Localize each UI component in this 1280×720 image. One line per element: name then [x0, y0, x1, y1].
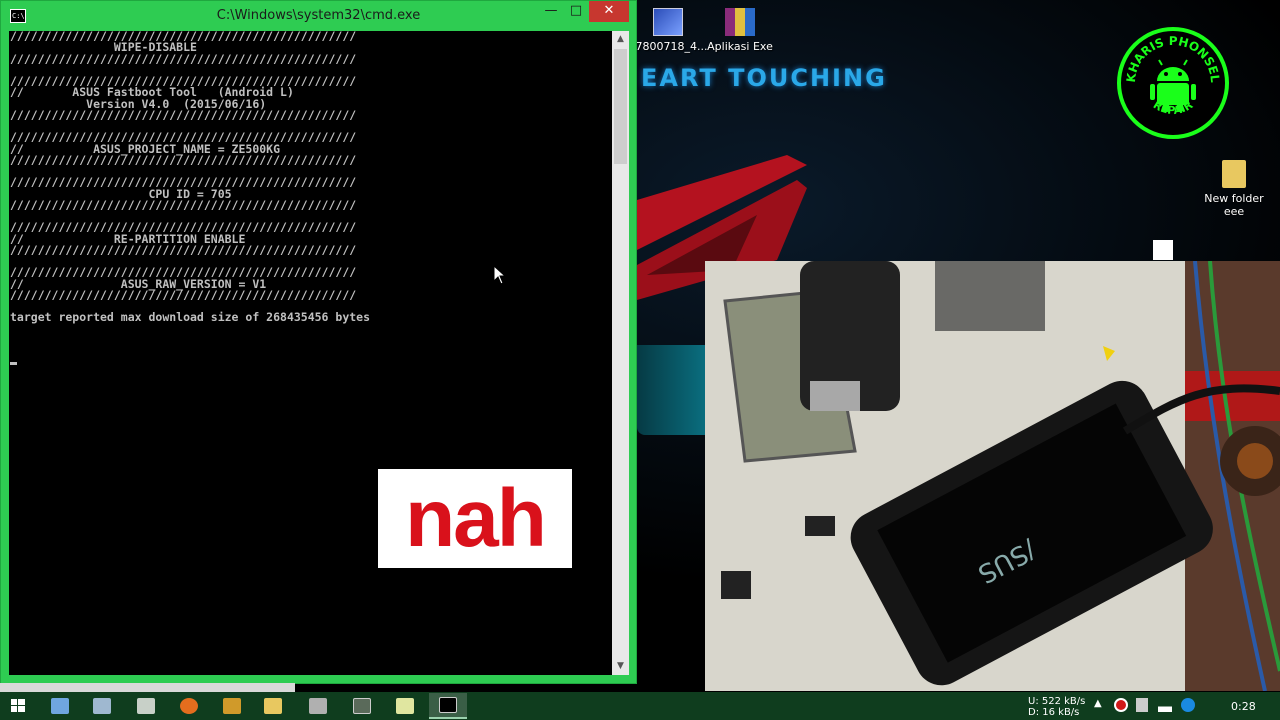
console-output[interactable]: ////////////////////////////////////////…: [9, 31, 612, 675]
wallpaper-banner-text: EART TOUCHING: [641, 64, 887, 92]
cmd-icon: [439, 697, 457, 713]
cmd-window[interactable]: C:\ C:\Windows\system32\cmd.exe — □ ✕ //…: [0, 0, 637, 684]
desktop-icon-file[interactable]: 37800718_4...: [628, 8, 708, 53]
folder-icon: [264, 698, 282, 714]
volume-icon[interactable]: [1136, 698, 1148, 712]
taskbar-folder[interactable]: [254, 693, 292, 719]
shop-logo: KHARIS PHONSEL REPAIR: [1117, 27, 1229, 139]
clock[interactable]: 0:28: [1231, 700, 1256, 713]
scroll-up-icon[interactable]: ▲: [612, 31, 629, 48]
windows-start-icon[interactable]: [6, 697, 28, 715]
minimize-button[interactable]: —: [539, 1, 563, 22]
image-file-icon: [653, 8, 683, 36]
taskbar-tools[interactable]: [127, 693, 165, 719]
desktop-icon-label: New folder eee: [1204, 192, 1264, 218]
taskbar-keyboard[interactable]: [41, 693, 79, 719]
notepad-icon: [396, 698, 414, 714]
vertical-scrollbar[interactable]: ▲ ▼: [612, 31, 629, 675]
taskbar-scroll-strip: [0, 683, 295, 692]
text-cursor: [10, 362, 17, 365]
maximize-button[interactable]: □: [564, 1, 588, 22]
cmd-titlebar[interactable]: C:\ C:\Windows\system32\cmd.exe — □ ✕: [1, 1, 636, 31]
taskbar-scanner[interactable]: [299, 693, 337, 719]
video-caption: nah: [378, 469, 572, 568]
camera-feed-image: /SUS: [705, 261, 1280, 691]
desktop-icon-label: Aplikasi Exe: [707, 40, 773, 53]
firefox-icon: [180, 698, 198, 714]
wallpaper-cyan-shape: [637, 345, 707, 435]
taskbar-explorer[interactable]: [83, 693, 121, 719]
console-text: ////////////////////////////////////////…: [10, 31, 371, 325]
document-icon[interactable]: [1153, 240, 1173, 260]
calculator-icon: [353, 698, 371, 714]
taskbar-calculator[interactable]: [343, 693, 381, 719]
taskbar: U: 522 kB/s D: 16 kB/s ▲ 0:28: [0, 692, 1280, 720]
keyboard-icon: [51, 698, 69, 714]
tools-icon: [137, 698, 155, 714]
taskbar-cmd[interactable]: [429, 693, 467, 719]
info-icon[interactable]: [1181, 698, 1195, 712]
scroll-thumb[interactable]: [614, 49, 627, 164]
desktop-icon-new-folder[interactable]: New folder eee: [1194, 160, 1274, 218]
explorer-icon: [93, 698, 111, 714]
network-speed: U: 522 kB/s D: 16 kB/s: [1028, 696, 1085, 718]
tray-overflow-icon[interactable]: ▲: [1094, 698, 1108, 712]
close-button[interactable]: ✕: [589, 1, 629, 22]
upload-speed: U: 522 kB/s: [1028, 696, 1086, 707]
scanner-icon: [309, 698, 327, 714]
desktop-icon-label: 37800718_4...: [628, 40, 708, 53]
desktop-icon-aplikasi[interactable]: Aplikasi Exe: [700, 8, 780, 53]
mouse-pointer-icon: [493, 265, 507, 285]
record-icon[interactable]: [1114, 698, 1128, 712]
software-icon: [223, 698, 241, 714]
network-icon[interactable]: [1158, 698, 1172, 712]
download-speed: D: 16 kB/s: [1028, 707, 1080, 718]
taskbar-firefox[interactable]: [170, 693, 208, 719]
taskbar-software[interactable]: [213, 693, 251, 719]
scroll-down-icon[interactable]: ▼: [612, 658, 629, 675]
folder-icon: [1222, 160, 1246, 188]
archive-icon: [725, 8, 755, 36]
taskbar-notepad[interactable]: [386, 693, 424, 719]
